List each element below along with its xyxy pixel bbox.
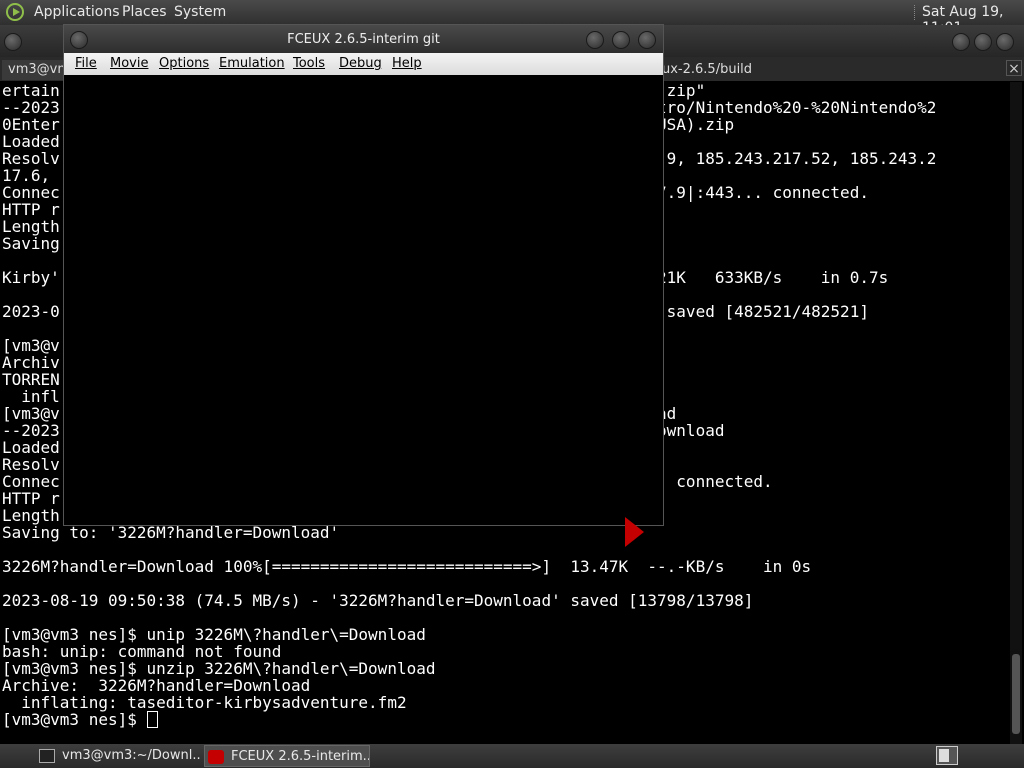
menu-file[interactable]: File: [75, 56, 97, 71]
fceux-menubar: File Movie Options Emulation Tools Debug…: [64, 53, 663, 75]
fceux-titlebar[interactable]: FCEUX 2.6.5-interim git: [64, 25, 663, 53]
terminal-line: Archive: 3226M?handler=Download: [2, 676, 311, 695]
menu-help[interactable]: Help: [392, 56, 422, 71]
terminal-minimize-icon[interactable]: [952, 33, 970, 51]
terminal-line: bash: unip: command not found: [2, 642, 282, 661]
fceux-minimize-icon[interactable]: [586, 31, 604, 49]
terminal-scrollbar[interactable]: [1010, 82, 1022, 744]
terminal-close-icon[interactable]: [996, 33, 1014, 51]
applications-menu[interactable]: Applications: [34, 4, 120, 20]
places-menu[interactable]: Places: [122, 4, 167, 20]
terminal-tab-active[interactable]: ux-2.6.5/build: [662, 60, 752, 80]
terminal-line: 3226M?handler=Download 100%[============…: [2, 557, 812, 576]
terminal-line: inflating: taseditor-kirbysadventure.fm2: [2, 693, 407, 712]
scrollbar-thumb[interactable]: [1012, 654, 1020, 734]
terminal-line: 2023-08-19 09:50:38 (74.5 MB/s) - '3226M…: [2, 591, 754, 610]
workspace-switcher-icon[interactable]: [936, 746, 958, 765]
fceux-title: FCEUX 2.6.5-interim git: [287, 32, 440, 47]
terminal-prompt-line[interactable]: [vm3@vm3 nes]$: [2, 711, 1007, 728]
system-menu[interactable]: System: [174, 4, 226, 20]
menu-tools[interactable]: Tools: [293, 56, 325, 71]
fceux-window: FCEUX 2.6.5-interim git File Movie Optio…: [64, 25, 663, 547]
tab-close-icon[interactable]: ×: [1006, 60, 1022, 77]
terminal-prompt: [vm3@vm3 nes]$: [2, 710, 147, 729]
menu-options[interactable]: Options: [159, 56, 209, 71]
fceux-app-icon: [208, 750, 224, 764]
taskbar-item-label: FCEUX 2.6.5-interim...: [231, 749, 370, 764]
play-icon: [625, 517, 644, 547]
terminal-maximize-icon[interactable]: [974, 33, 992, 51]
terminal-line: [vm3@vm3 nes]$ unip 3226M\?handler\=Down…: [2, 625, 426, 644]
emulator-screen[interactable]: [65, 76, 662, 547]
menu-movie[interactable]: Movie: [110, 56, 148, 71]
top-panel: Applications Places System Sat Aug 19, 1…: [0, 0, 1024, 36]
terminal-cursor: [146, 711, 158, 728]
terminal-line: Saving to: '3226M?handler=Download': [2, 523, 340, 542]
fceux-window-menu-icon[interactable]: [70, 31, 88, 49]
terminal-line: [vm3@vm3 nes]$ unzip 3226M\?handler\=Dow…: [2, 659, 436, 678]
applications-logo-icon[interactable]: [6, 3, 24, 21]
fceux-maximize-icon[interactable]: [612, 31, 630, 49]
taskbar-item-label: vm3@vm3:~/Downl...: [62, 748, 200, 763]
panel-separator: [914, 5, 917, 20]
fceux-close-icon[interactable]: [638, 31, 656, 49]
taskbar-item-fceux[interactable]: FCEUX 2.6.5-interim...: [204, 745, 370, 767]
bottom-panel: vm3@vm3:~/Downl... FCEUX 2.6.5-interim..…: [0, 744, 1024, 768]
menu-debug[interactable]: Debug: [339, 56, 382, 71]
taskbar-item-terminal[interactable]: vm3@vm3:~/Downl...: [36, 745, 200, 767]
terminal-icon: [39, 749, 55, 763]
terminal-window-menu-icon[interactable]: [4, 33, 22, 51]
menu-emulation[interactable]: Emulation: [219, 56, 285, 71]
